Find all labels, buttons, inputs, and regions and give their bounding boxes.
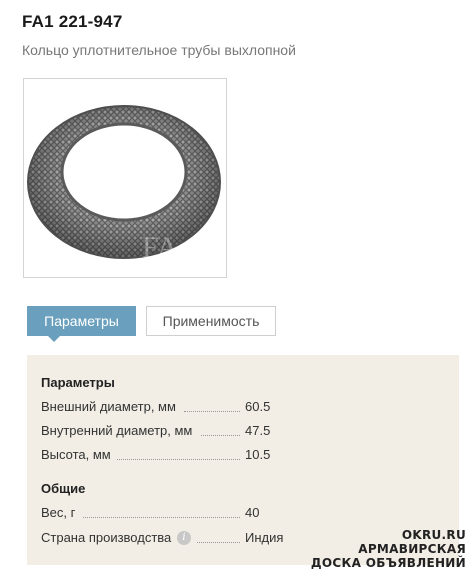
fa-logo-watermark: FA — [142, 231, 178, 264]
param-row: Внутренний диаметр, мм 47.5 — [41, 423, 341, 441]
param-value: 10.5 — [245, 447, 271, 462]
param-label: Вес, г — [41, 505, 76, 520]
watermark-line: ДОСКА ОБЪЯВЛЕНИЙ — [310, 556, 466, 570]
site-watermark: OKRU.RU АРМАВИРСКАЯ ДОСКА ОБЪЯВЛЕНИЙ — [311, 528, 466, 570]
product-image[interactable]: FA — [23, 78, 227, 278]
product-subtitle: Кольцо уплотнительное трубы выхлопной — [22, 42, 296, 58]
dotted-leader — [197, 542, 240, 543]
param-value: 60.5 — [245, 399, 271, 414]
param-row: Страна производства i Индия — [41, 530, 341, 548]
param-label: Внешний диаметр, мм — [41, 399, 176, 414]
dotted-leader — [201, 435, 240, 436]
watermark-line: АРМАВИРСКАЯ — [358, 542, 466, 556]
param-row: Внешний диаметр, мм 60.5 — [41, 399, 341, 417]
param-label: Высота, мм — [41, 447, 111, 462]
section-title-parameters: Параметры — [41, 375, 115, 390]
gasket-ring-image: FA — [27, 105, 221, 264]
section-title-general: Общие — [41, 481, 86, 496]
param-label: Страна производства — [41, 530, 172, 545]
dotted-leader — [83, 517, 240, 518]
dotted-leader — [184, 411, 240, 412]
tab-parameters[interactable]: Параметры — [27, 306, 136, 342]
param-value: Индия — [245, 530, 284, 545]
product-title: FA1 221-947 — [22, 12, 123, 31]
watermark-line: OKRU.RU — [401, 528, 466, 542]
param-row: Вес, г 40 — [41, 505, 341, 523]
dotted-leader — [117, 459, 240, 460]
param-label: Внутренний диаметр, мм — [41, 423, 193, 438]
param-value: 40 — [245, 505, 260, 520]
param-row: Высота, мм 10.5 — [41, 447, 341, 465]
param-value: 47.5 — [245, 423, 271, 438]
info-icon[interactable]: i — [177, 531, 191, 545]
tab-applicability[interactable]: Применимость — [146, 306, 276, 336]
